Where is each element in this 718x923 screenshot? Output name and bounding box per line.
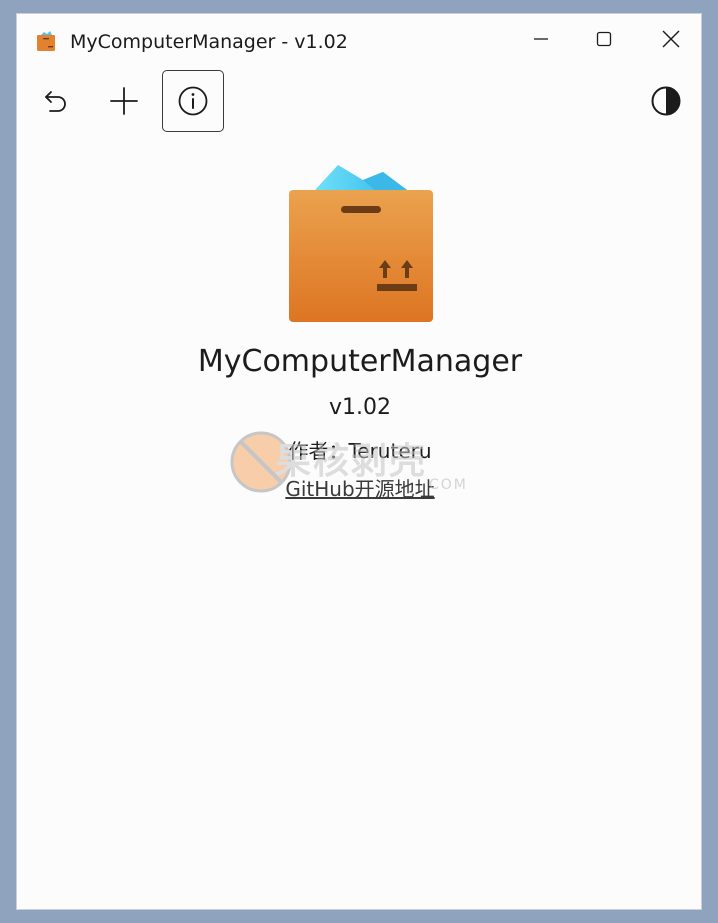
add-button[interactable] <box>93 70 155 132</box>
app-box-icon <box>37 31 55 51</box>
close-icon <box>662 30 680 48</box>
theme-toggle-button[interactable] <box>635 70 697 132</box>
about-button[interactable] <box>162 70 224 132</box>
close-button[interactable] <box>649 24 693 54</box>
theme-contrast-icon <box>651 86 681 116</box>
info-icon <box>178 86 208 116</box>
window-title: MyComputerManager - v1.02 <box>70 31 348 53</box>
app-window: MyComputerManager - v1.02 MyComputerMana… <box>16 13 702 910</box>
undo-icon <box>45 91 66 112</box>
maximize-icon <box>596 31 612 47</box>
minimize-icon <box>534 38 548 40</box>
undo-button[interactable] <box>25 70 87 132</box>
title-bar[interactable]: MyComputerManager - v1.02 <box>17 14 701 66</box>
maximize-button[interactable] <box>582 24 626 54</box>
app-name: MyComputerManager <box>197 344 523 379</box>
app-version: v1.02 <box>328 395 391 420</box>
add-icon <box>110 87 138 115</box>
app-logo-icon <box>289 165 433 322</box>
github-link[interactable]: GitHub开源地址 <box>17 473 703 502</box>
minimize-button[interactable] <box>519 24 563 54</box>
app-author: 作者：Teruteru <box>288 439 432 463</box>
